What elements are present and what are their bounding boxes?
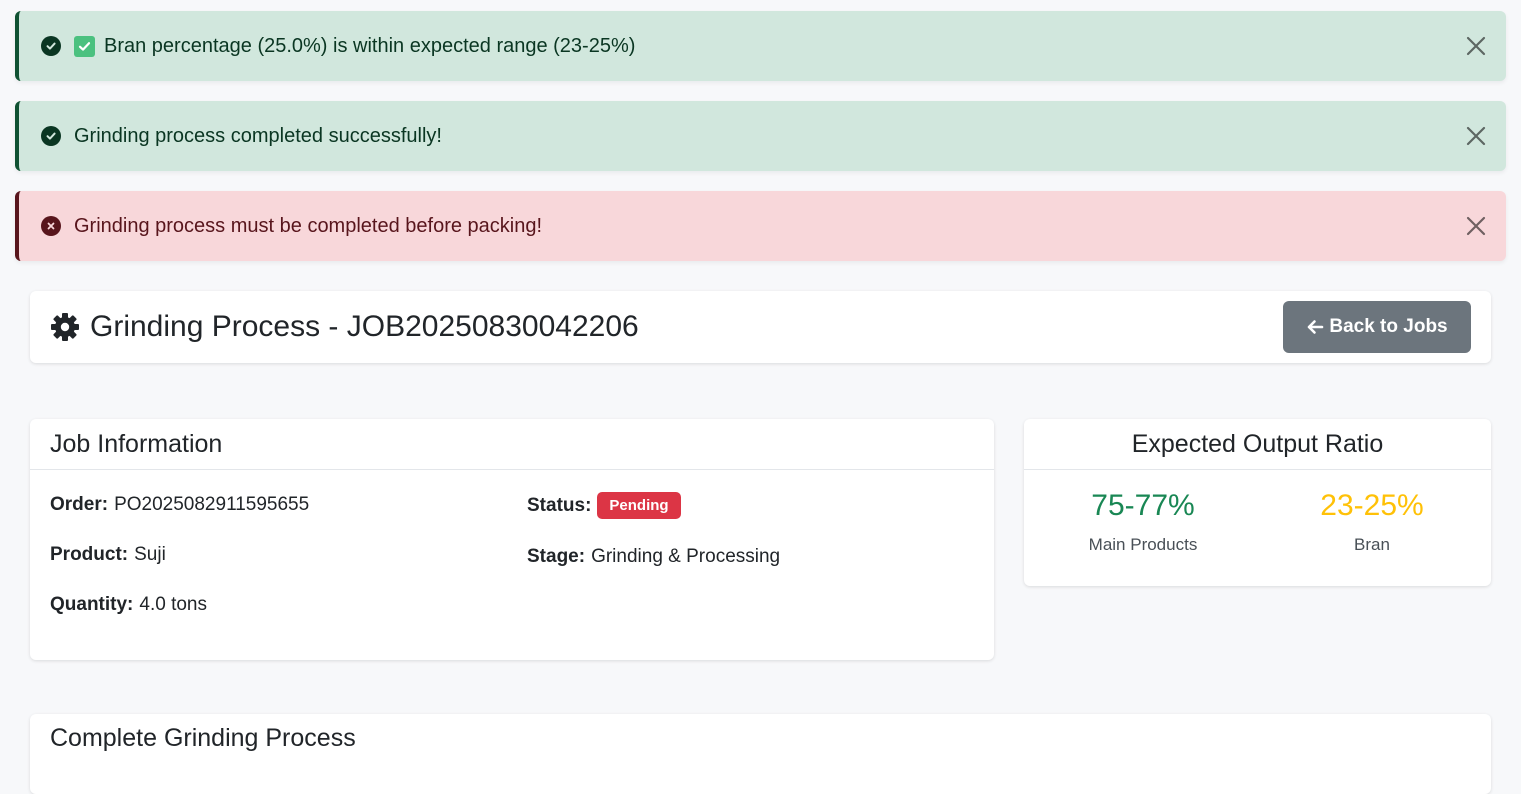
product-label: Product:	[50, 544, 129, 565]
order-label: Order:	[50, 494, 109, 515]
back-to-jobs-label: Back to Jobs	[1329, 316, 1448, 337]
order-field: Order: PO2025082911595655	[50, 494, 309, 516]
bran-value: 23-25%	[1320, 489, 1424, 522]
close-button[interactable]	[1464, 124, 1488, 148]
job-information-card: Job Information Order: PO202508291159565…	[30, 419, 994, 660]
gear-icon	[51, 313, 79, 341]
complete-grinding-title: Complete Grinding Process	[50, 724, 356, 752]
output-ratio-title: Expected Output Ratio	[1024, 419, 1491, 470]
main-products-label: Main Products	[1088, 535, 1198, 554]
arrow-left-icon	[1308, 320, 1324, 334]
alert-packing-error: Grinding process must be completed befor…	[15, 191, 1506, 261]
alert-text: Grinding process must be completed befor…	[74, 214, 543, 237]
check-circle-icon	[41, 126, 61, 146]
x-circle-icon	[41, 216, 61, 236]
close-button[interactable]	[1464, 34, 1488, 58]
expected-output-ratio-card: Expected Output Ratio 75-77% Main Produc…	[1024, 419, 1491, 586]
main-products-value: 75-77%	[1091, 489, 1195, 522]
check-box-icon	[74, 35, 95, 57]
back-to-jobs-button[interactable]: Back to Jobs	[1283, 301, 1471, 353]
alert-text: Bran percentage (25.0%) is within expect…	[104, 34, 636, 57]
status-badge: Pending	[597, 492, 681, 519]
order-value: PO2025082911595655	[114, 494, 310, 515]
bran-ratio: 23-25% Bran	[1257, 489, 1487, 555]
complete-grinding-card: Complete Grinding Process	[30, 714, 1491, 794]
page-title: Grinding Process - JOB20250830042206	[90, 310, 639, 343]
status-field: Status: Pending	[527, 492, 681, 519]
product-field: Product: Suji	[50, 544, 166, 566]
job-information-title: Job Information	[30, 419, 994, 470]
alert-grinding-completed: Grinding process completed successfully!	[15, 101, 1506, 171]
close-icon	[1466, 36, 1486, 56]
product-value: Suji	[134, 544, 166, 565]
alert-text: Grinding process completed successfully!	[74, 124, 442, 147]
close-icon	[1466, 216, 1486, 236]
stage-value: Grinding & Processing	[591, 546, 781, 567]
alert-bran-percentage: Bran percentage (25.0%) is within expect…	[15, 11, 1506, 81]
stage-field: Stage: Grinding & Processing	[527, 546, 780, 568]
bran-label: Bran	[1354, 535, 1390, 554]
page-header: Grinding Process - JOB20250830042206 Bac…	[30, 291, 1491, 363]
close-button[interactable]	[1464, 214, 1488, 238]
quantity-value: 4.0 tons	[139, 594, 207, 615]
status-label: Status:	[527, 494, 592, 516]
main-products-ratio: 75-77% Main Products	[1028, 489, 1258, 555]
quantity-label: Quantity:	[50, 594, 134, 615]
check-circle-icon	[41, 36, 61, 56]
stage-label: Stage:	[527, 546, 586, 567]
close-icon	[1466, 126, 1486, 146]
quantity-field: Quantity: 4.0 tons	[50, 594, 207, 616]
